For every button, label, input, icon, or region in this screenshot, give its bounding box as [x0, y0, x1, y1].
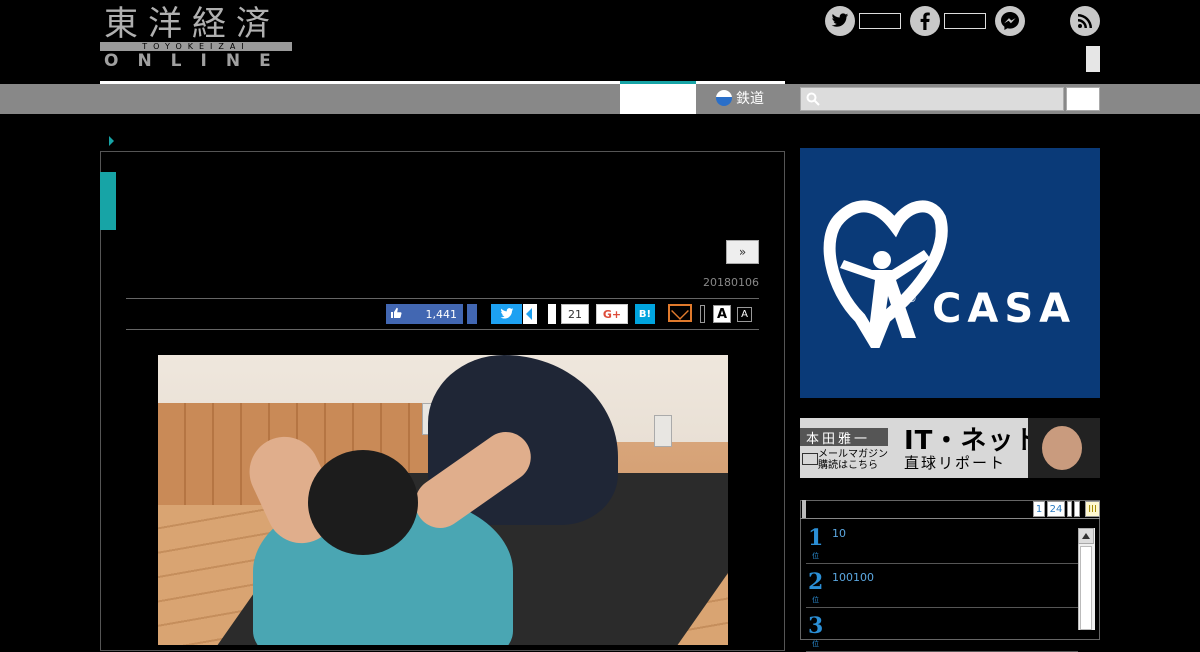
ranking-suffix: 位	[812, 596, 819, 604]
logo-online[interactable]: ONLINE	[104, 52, 290, 70]
ranking-number: 3	[808, 613, 824, 639]
casa-advertisement[interactable]	[800, 148, 1100, 398]
font-size-large-button[interactable]: A	[713, 305, 731, 323]
nav-tab-railway[interactable]: 鉄道	[716, 88, 764, 108]
tweet-button[interactable]	[491, 304, 522, 324]
messenger-icon[interactable]	[995, 6, 1025, 36]
header-utility-button[interactable]	[1086, 46, 1100, 72]
hatena-count-left	[548, 304, 556, 324]
facebook-like-button[interactable]: 1,441	[386, 304, 463, 324]
share-divider-top	[126, 298, 759, 299]
banner-author-name: 本田雅一	[800, 428, 888, 447]
banner-mail-line2: 購読はこちら	[818, 460, 878, 471]
nav-tab-railway-label: 鉄道	[736, 91, 764, 107]
mail-icon[interactable]	[668, 304, 692, 322]
ranking-title: 10	[832, 527, 846, 540]
title-accent-bar	[100, 172, 116, 230]
breadcrumb-arrow-icon	[109, 136, 114, 146]
banner-mail-text: メールマガジン 購読はこちら	[818, 449, 888, 471]
tweet-count-notch	[526, 308, 532, 320]
facebook-icon[interactable]	[910, 6, 940, 36]
scrollbar-thumb[interactable]	[1080, 546, 1092, 630]
search-icon	[806, 92, 820, 106]
article-date: 20180106	[703, 276, 759, 289]
facebook-count	[944, 13, 986, 29]
ranking-tab-extra[interactable]: III	[1085, 501, 1100, 517]
google-plus-button[interactable]: G+	[596, 304, 628, 324]
search-input[interactable]	[800, 87, 1064, 111]
font-size-small-button[interactable]: A	[737, 307, 752, 322]
ranking-item[interactable]: 2 位 100100	[806, 563, 1078, 608]
ranking-item[interactable]: 1 位 10	[806, 519, 1078, 564]
share-separator	[700, 305, 705, 323]
casa-heart-logo-icon	[823, 200, 948, 348]
ranking-number: 1	[808, 525, 824, 551]
logo-kanji[interactable]: 東洋経済	[104, 6, 280, 42]
ranking-number: 2	[808, 569, 824, 595]
casa-registered-mark: ®	[906, 292, 917, 305]
nav-tab-active[interactable]	[620, 84, 696, 114]
ranking-header-accent	[802, 500, 806, 518]
banner-author-photo	[1028, 418, 1100, 478]
twitter-icon	[500, 308, 513, 319]
photo-head	[308, 450, 418, 555]
casa-brand-text: CASA	[932, 286, 1077, 332]
ranking-tab[interactable]	[1067, 501, 1072, 517]
thumbs-up-icon	[386, 307, 406, 322]
twitter-icon[interactable]	[825, 6, 855, 36]
ranking-tab[interactable]	[1074, 501, 1080, 517]
ranking-tab-24h[interactable]: 24	[1047, 501, 1065, 517]
next-page-button[interactable]: »	[726, 240, 759, 264]
rss-icon[interactable]	[1070, 6, 1100, 36]
like-count: 1,441	[425, 307, 458, 321]
train-icon	[716, 90, 732, 106]
scroll-up-arrow-icon[interactable]	[1078, 528, 1094, 544]
search-button[interactable]	[1066, 87, 1100, 111]
ranking-suffix: 位	[812, 552, 819, 560]
ranking-suffix: 位	[812, 640, 819, 648]
photo-socket	[654, 415, 672, 447]
share-divider-bottom	[126, 329, 759, 330]
banner-subtitle: 直球リポート	[904, 454, 1007, 472]
article-photo	[158, 355, 728, 645]
ranking-title: 100100	[832, 571, 874, 584]
hatena-bookmark-button[interactable]: B!	[635, 304, 655, 324]
banner-mail-line1: メールマガジン	[818, 449, 888, 460]
twitter-count	[859, 13, 901, 29]
envelope-icon	[802, 453, 818, 465]
facebook-share-button[interactable]	[467, 304, 477, 324]
ranking-tab-1h[interactable]: 1	[1033, 501, 1045, 517]
hatena-count: 21	[561, 304, 589, 324]
